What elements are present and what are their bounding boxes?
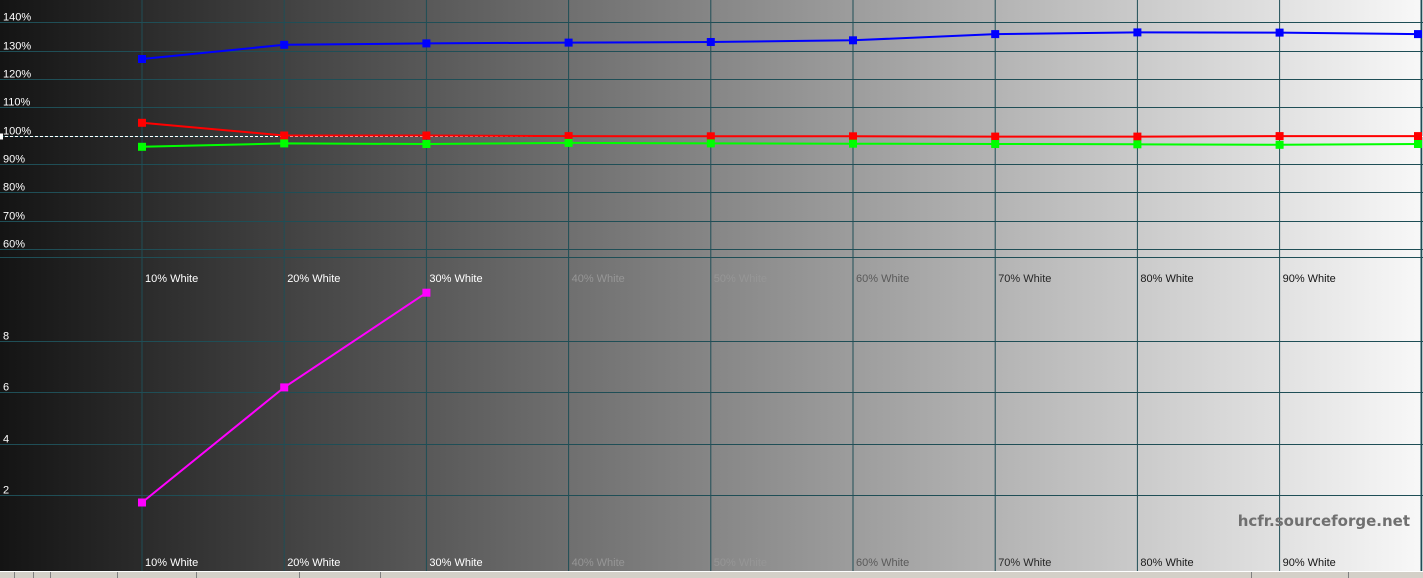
series-point-marker [849,132,857,141]
series-point-marker [1275,28,1284,37]
watermark-text: hcfr.sourceforge.net [1238,512,1410,530]
x-category-label: 30% White [429,273,482,285]
series-point-marker [422,140,431,148]
y-tick-label: 8 [3,331,9,343]
series-point-marker [280,383,289,392]
series-point-marker [849,139,857,148]
x-category-label: 70% White [998,273,1051,285]
y-tick-label: 130% [3,41,31,53]
y-tick-label: 90% [3,154,25,166]
y-tick-label: 2 [3,485,9,497]
status-segment [118,572,197,578]
series-point-marker [138,498,146,507]
x-category-label: 50% White [714,557,767,569]
series-point-marker [422,131,431,140]
x-category-label: 70% White [998,557,1051,569]
series-point-marker [991,140,1000,148]
chart-background [0,0,1423,571]
series-point-marker [1275,140,1284,149]
status-segment [300,572,381,578]
x-category-label: 50% White [714,273,767,285]
status-segment [197,572,300,578]
series-point-marker [991,132,1000,141]
y-tick-label: 110% [3,97,31,109]
series-point-marker [1133,28,1142,37]
series-point-marker [280,40,289,49]
y-tick-label: 140% [3,12,31,24]
series-point-marker [706,38,715,46]
x-category-label: 40% White [572,557,625,569]
x-category-label: 60% White [856,273,909,285]
x-category-label: 10% White [145,273,198,285]
series-point-marker [991,30,1000,39]
x-category-label: 80% White [1140,557,1193,569]
series-point-marker [280,131,289,140]
y-tick-label: 4 [3,434,9,446]
status-segment [1252,572,1349,578]
x-category-label: 60% White [856,557,909,569]
status-segment [0,572,15,578]
x-category-label: 80% White [1140,273,1193,285]
y-tick-label: 70% [3,211,25,223]
series-point-marker [138,118,146,127]
x-category-label: 20% White [287,557,340,569]
status-segment [381,572,1252,578]
y-tick-label: 80% [3,182,25,194]
series-point-marker [1133,132,1142,141]
series-point-marker [1414,140,1422,148]
series-point-marker [138,55,146,63]
series-point-marker [564,138,573,147]
x-category-label: 90% White [1283,557,1336,569]
series-point-marker [1414,30,1422,39]
y-tick-label: 100% [3,126,31,138]
series-point-marker [422,288,431,297]
series-point-marker [280,139,289,148]
series-point-marker [138,142,146,151]
series-point-marker [849,36,857,45]
status-segment [15,572,34,578]
status-segment [51,572,118,578]
series-point-marker [564,38,573,47]
x-category-label: 30% White [429,557,482,569]
x-category-label: 20% White [287,273,340,285]
series-point-marker [1275,132,1284,141]
series-point-marker [1133,140,1142,149]
x-category-label: 40% White [572,273,625,285]
chart-canvas: 140% 130% 120% 110% 100% 90% 80% 70% 60% 8 6 4 2 10% … [0,0,1423,571]
series-point-marker [422,39,431,48]
status-segment [34,572,51,578]
y-tick-label: 60% [3,239,25,251]
series-point-marker [1414,132,1422,141]
x-category-label: 10% White [145,557,198,569]
series-point-marker [706,132,715,141]
y-tick-label: 120% [3,69,31,81]
y-tick-label: 6 [3,382,9,394]
x-category-label: 90% White [1283,273,1336,285]
series-point-marker [706,139,715,148]
